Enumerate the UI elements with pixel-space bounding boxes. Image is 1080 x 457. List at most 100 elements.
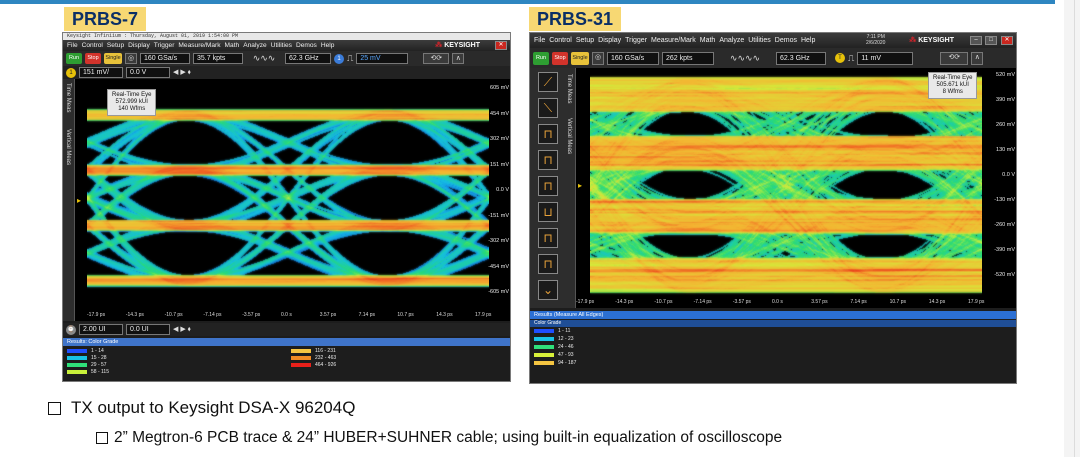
menu-control[interactable]: Control [82, 42, 103, 49]
color-grade-range: 58 - 115 [91, 369, 109, 375]
trigger-level-field[interactable]: 11 mV [857, 51, 914, 65]
menu-help[interactable]: Help [801, 37, 815, 44]
slide-scrollbar[interactable] [1064, 0, 1080, 457]
trigger-edge-icon[interactable]: ⎍ [347, 53, 353, 64]
y-tick-label: 260 mV [996, 122, 1015, 128]
fall-time-icon[interactable]: ⟍ [538, 98, 558, 118]
menu-setup[interactable]: Setup [107, 42, 124, 49]
menu-analyze[interactable]: Analyze [243, 42, 266, 49]
negative-width-icon[interactable]: ⊔ [538, 202, 558, 222]
minimize-button[interactable]: – [970, 36, 982, 45]
color-grade-row: 464 - 926 [291, 362, 336, 369]
memory-depth-field[interactable]: 262 kpts [662, 51, 714, 65]
trigger-edge-icon[interactable]: ⎍ [848, 53, 854, 64]
menu-control[interactable]: Control [549, 37, 572, 44]
color-swatch [67, 355, 87, 360]
bullet-2: 2” Megtron-6 PCB trace & 24” HUBER+SUHNE… [96, 429, 782, 447]
x-tick-label: 10.7 ps [889, 299, 906, 305]
memory-depth-field[interactable]: 35.7 kpts [193, 53, 243, 64]
menu-demos[interactable]: Demos [296, 42, 317, 49]
acquisition-icon[interactable]: ◎ [125, 53, 137, 64]
menu-measure-mark[interactable]: Measure/Mark [651, 37, 696, 44]
tab-vertical-meas[interactable]: Vertical Meas [566, 118, 572, 154]
menu-help[interactable]: Help [321, 42, 335, 49]
tab-time-meas[interactable]: Time Meas [566, 74, 572, 103]
tab-vertical-meas[interactable]: Vertical Meas [65, 129, 71, 165]
toolbar: Run Stop Single ◎ 160 GSa/s 35.7 kpts ∿∿… [63, 51, 510, 66]
menu-display[interactable]: Display [128, 42, 150, 49]
channel-1-icon[interactable]: 1 [66, 67, 76, 78]
autoscale-icon[interactable]: ∧ [452, 53, 465, 64]
bandwidth-field[interactable]: 62.3 GHz [285, 53, 331, 64]
horizontal-position-field[interactable]: 0.0 UI [126, 324, 170, 335]
horizontal-scale-field[interactable]: 2.00 UI [79, 324, 123, 335]
scope-caption: Keysight Infiniium : Thursday, August 01… [63, 33, 510, 40]
oscilloscope-window-prbs31: File Control Setup Display Trigger Measu… [529, 32, 1017, 384]
results-header[interactable]: Results (Measure All Edges) [530, 311, 1016, 319]
waveform-icon: ∿∿∿∿ [729, 52, 761, 63]
channel-nav-icon[interactable]: ◀ ▶ ⬧ [173, 67, 191, 78]
undo-icon[interactable]: ⟲⟳ [423, 53, 450, 64]
bandwidth-field[interactable]: 62.3 GHz [776, 51, 826, 65]
waveform-display-prbs31[interactable]: Real-Time Eye 505.671 kUI 8 Wfms 520 mV 3… [576, 68, 1016, 308]
stop-button[interactable]: Stop [552, 51, 568, 65]
menu-demos[interactable]: Demos [775, 37, 797, 44]
sample-rate-field[interactable]: 160 GSa/s [140, 53, 190, 64]
menu-measure-mark[interactable]: Measure/Mark [178, 42, 220, 49]
color-grade-range: 116 - 231 [315, 348, 336, 354]
info-title: Real-Time Eye [933, 75, 973, 81]
sample-rate-field[interactable]: 160 GSa/s [607, 51, 659, 65]
menu-math[interactable]: Math [700, 37, 716, 44]
delta-time-icon[interactable]: ⊓ [538, 254, 558, 274]
waveform-display-prbs7[interactable]: Real-Time Eye 572.999 kUI 140 Wfms 605 m… [75, 79, 510, 321]
duty-cycle-icon[interactable]: ⊓ [538, 228, 558, 248]
acquisition-icon[interactable]: ◎ [592, 51, 604, 65]
x-tick-label: 17.9 ps [475, 312, 492, 318]
positive-width-icon[interactable]: ⊓ [538, 176, 558, 196]
single-button[interactable]: Single [104, 53, 122, 64]
color-swatch [534, 344, 554, 349]
color-swatch [534, 360, 554, 365]
close-window-button[interactable]: ✕ [1001, 36, 1013, 45]
channel-scale-field[interactable]: 151 mV/ [79, 67, 123, 78]
trigger-level-field[interactable]: 25 mV [356, 53, 409, 64]
menu-analyze[interactable]: Analyze [719, 37, 744, 44]
x-tick-label: 0.0 s [772, 299, 783, 305]
undo-icon[interactable]: ⟲⟳ [940, 51, 969, 65]
stop-button[interactable]: Stop [85, 53, 101, 64]
ground-marker-icon[interactable]: ▸ [578, 181, 582, 190]
close-window-button[interactable]: ✕ [495, 41, 507, 50]
maximize-button[interactable]: □ [985, 36, 997, 45]
menu-trigger[interactable]: Trigger [625, 37, 647, 44]
menu-setup[interactable]: Setup [576, 37, 594, 44]
period-icon[interactable]: ⊓ [538, 124, 558, 144]
run-button[interactable]: Run [66, 53, 82, 64]
rise-time-icon[interactable]: ⟋ [538, 72, 558, 92]
menu-trigger[interactable]: Trigger [154, 42, 175, 49]
y-tick-label: 0.0 V [1002, 172, 1015, 178]
horizontal-nav-icon[interactable]: ◀ ▶ ⬧ [173, 324, 191, 335]
menu-utilities[interactable]: Utilities [748, 37, 771, 44]
menu-file[interactable]: File [67, 42, 78, 49]
menu-file[interactable]: File [534, 37, 545, 44]
results-header[interactable]: Results: Color Grade [63, 338, 510, 346]
tab-time-meas[interactable]: Time Meas [65, 83, 71, 112]
run-button[interactable]: Run [533, 51, 549, 65]
menu-utilities[interactable]: Utilities [271, 42, 292, 49]
x-tick-label: -14.3 ps [615, 299, 634, 305]
horizontal-icon[interactable]: ⌚ [66, 324, 76, 335]
menu-display[interactable]: Display [598, 37, 621, 44]
menu-math[interactable]: Math [225, 42, 240, 49]
y-tick-label: 151 mV [490, 161, 509, 168]
color-swatch [534, 328, 554, 333]
frequency-icon[interactable]: ⊓ [538, 150, 558, 170]
single-button[interactable]: Single [571, 51, 589, 65]
ground-marker-icon[interactable]: ▸ [77, 196, 81, 205]
autoscale-icon[interactable]: ∧ [971, 51, 984, 65]
more-measurements-icon[interactable]: ⌄ [538, 280, 558, 300]
channel-offset-field[interactable]: 0.0 V [126, 67, 170, 78]
clock-date: 2/6/2020 [866, 40, 886, 46]
trigger-channel-icon[interactable]: T [835, 53, 845, 63]
trigger-channel-icon[interactable]: 1 [334, 53, 344, 64]
x-tick-label: 17.9 ps [968, 299, 985, 305]
